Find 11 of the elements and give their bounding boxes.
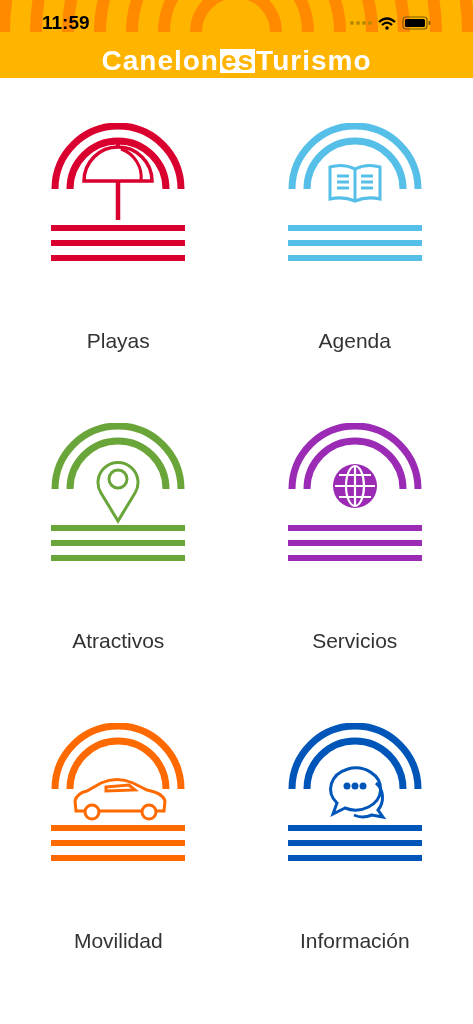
menu-tile[interactable]: Servicios <box>287 423 422 657</box>
menu-tile[interactable]: Playas <box>51 123 186 357</box>
wifi-icon <box>378 16 396 30</box>
menu-tile[interactable]: Información <box>287 723 422 957</box>
menu-tile[interactable]: Atractivos <box>51 423 186 657</box>
menu-tile[interactable]: Agenda <box>287 123 422 357</box>
status-time: 11:59 <box>42 10 90 35</box>
battery-icon <box>402 16 431 30</box>
app-title: Canelon esTurismo <box>100 44 373 78</box>
menu-tile[interactable]: Movilidad <box>51 723 186 957</box>
signal-icon <box>350 20 372 26</box>
